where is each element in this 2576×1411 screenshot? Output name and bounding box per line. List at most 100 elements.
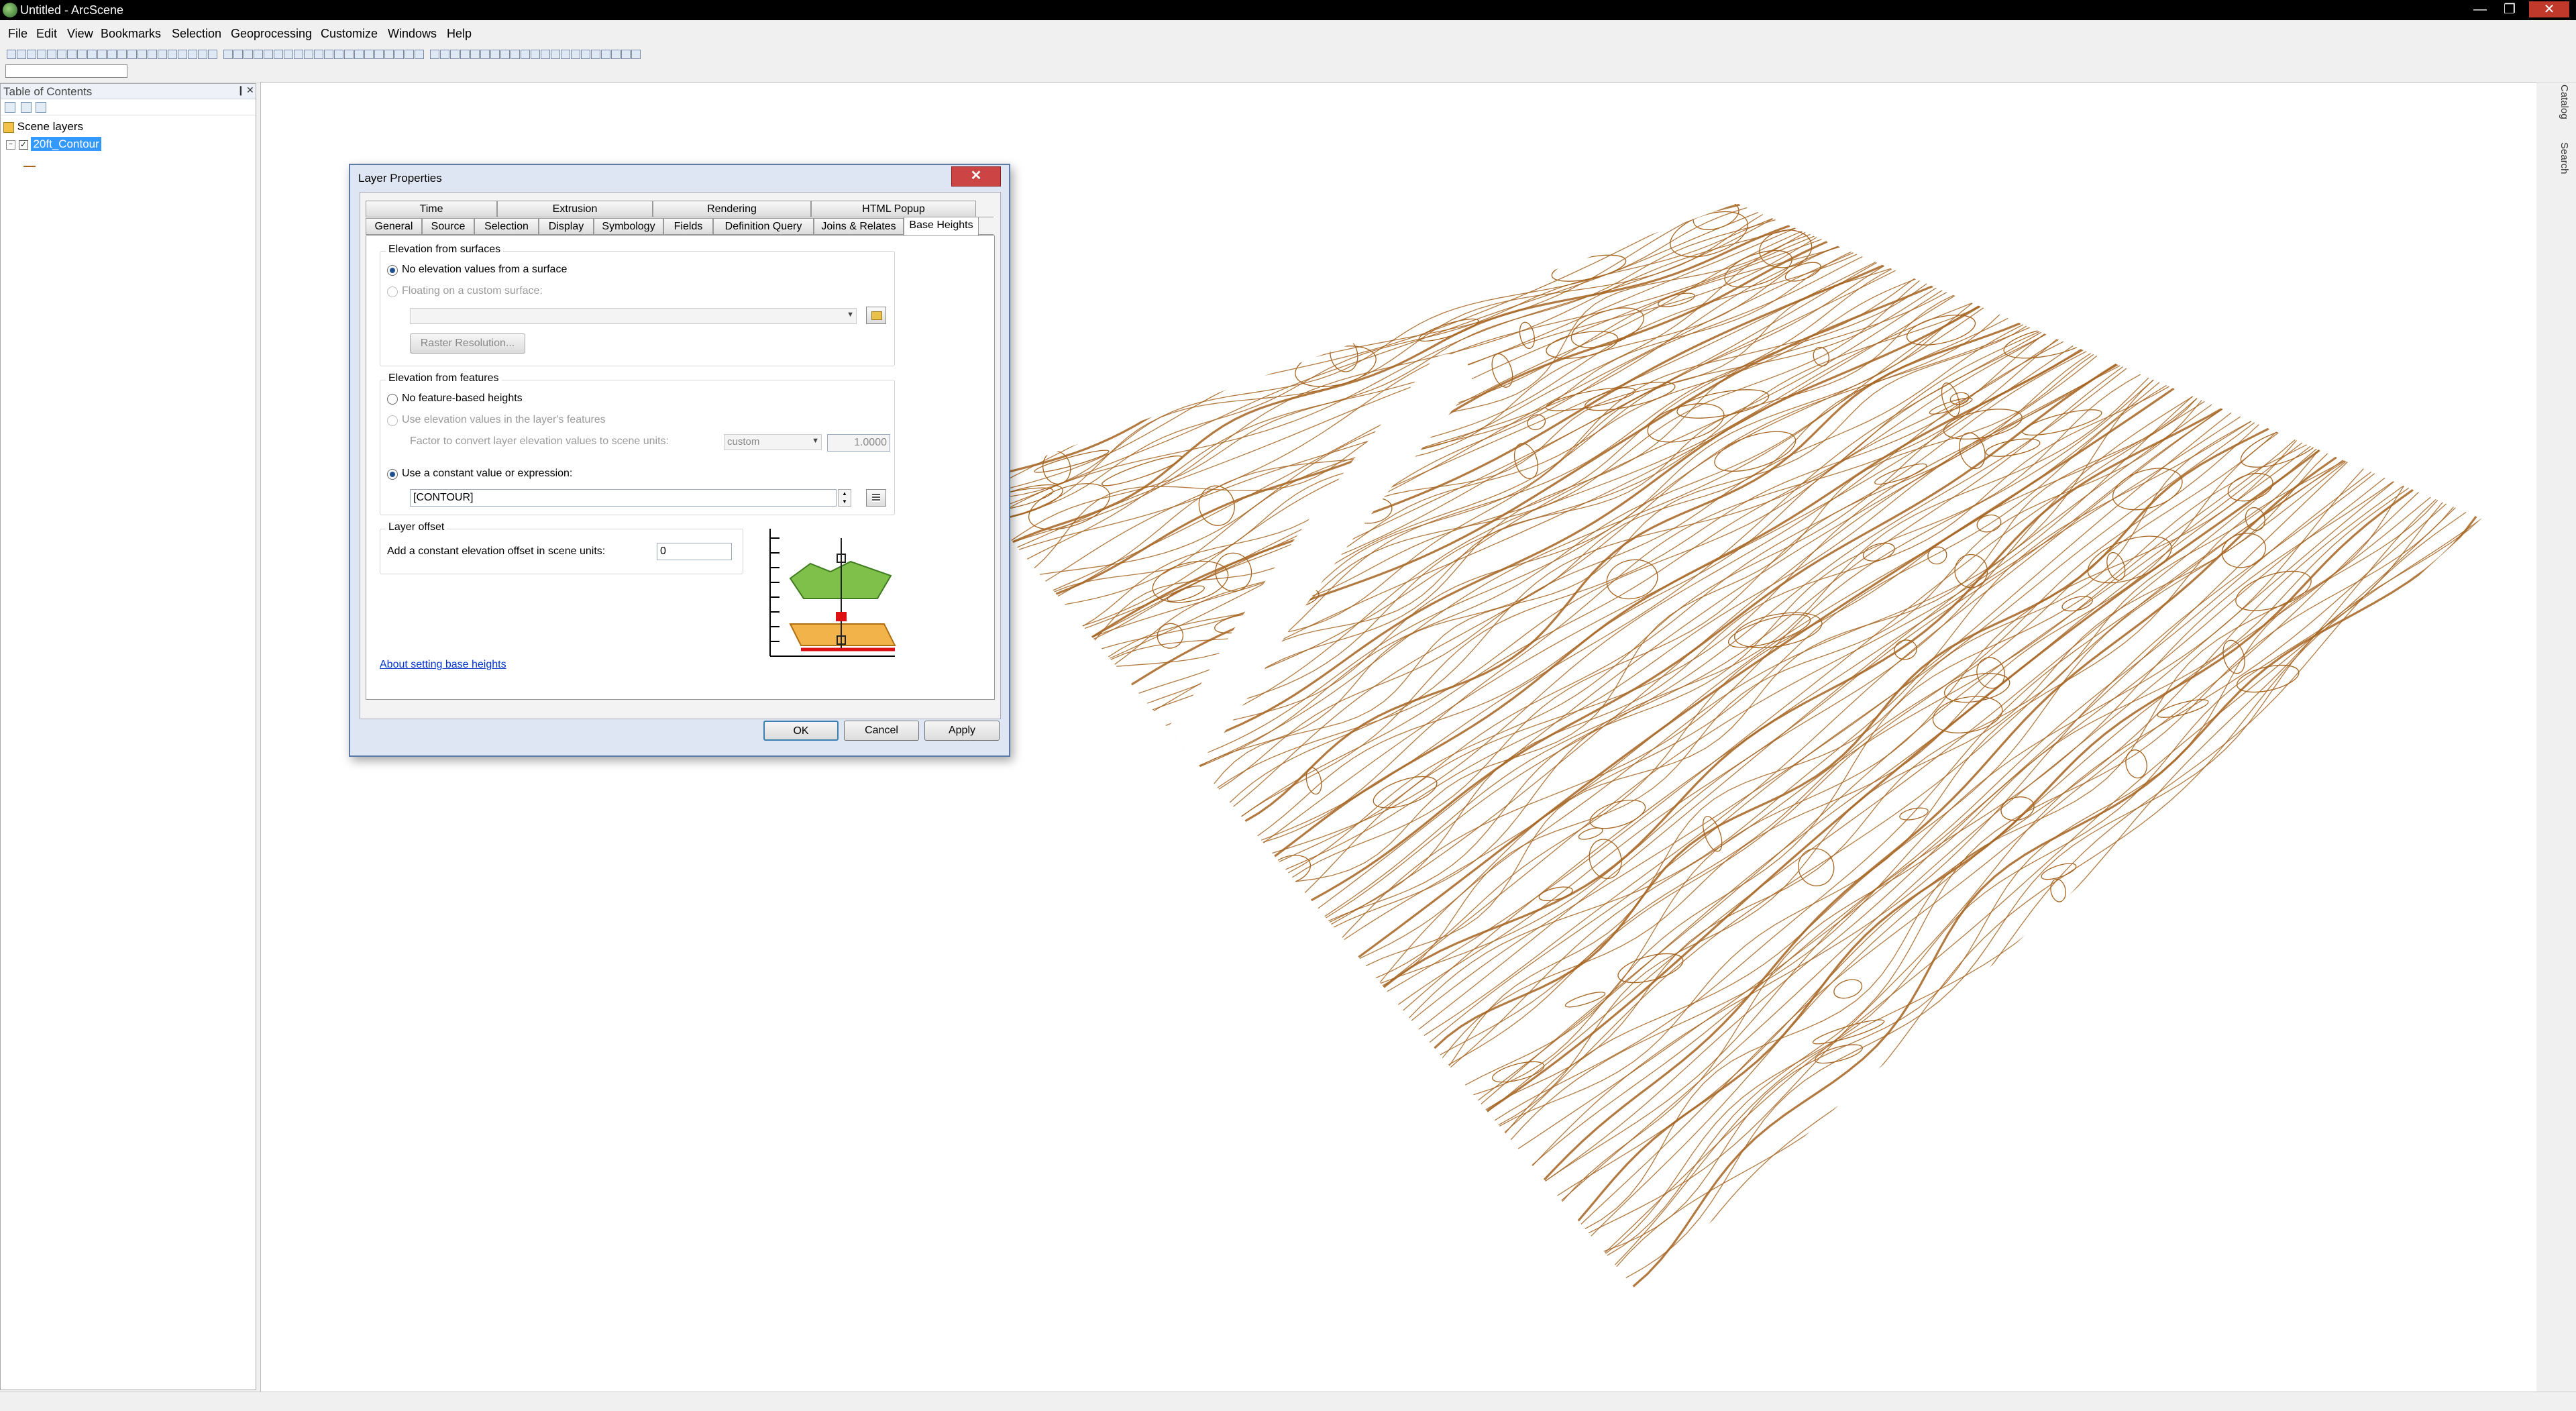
expression-input[interactable]: [CONTOUR] [410,489,837,507]
toolbar-tool-icon[interactable] [97,50,107,59]
layer-row-20ft-contour[interactable]: − ✓ 20ft_Contour [6,137,101,154]
menu-view[interactable]: View [67,27,93,41]
radio-no-surface-elevation[interactable] [387,265,398,276]
toolbar-tool-icon[interactable] [178,50,187,59]
expression-builder-button[interactable] [866,489,886,507]
toolbar-tool-icon[interactable] [324,50,333,59]
tab-base-heights[interactable]: Base Heights [904,217,979,236]
toolbar-tool-icon[interactable] [561,50,570,59]
toolbar-tool-icon[interactable] [188,50,197,59]
toolbar-tool-icon[interactable] [430,50,439,59]
toolbar-tool-icon[interactable] [440,50,449,59]
toolbar-tool-icon[interactable] [591,50,600,59]
menu-file[interactable]: File [8,27,28,41]
toolbar-tool-icon[interactable] [107,50,117,59]
catalog-tab[interactable]: Catalog [2559,85,2570,119]
tab-general[interactable]: General [366,218,422,234]
menu-geoprocessing[interactable]: Geoprocessing [231,27,312,41]
toolbar-tool-icon[interactable] [551,50,560,59]
tab-joins-relates[interactable]: Joins & Relates [814,218,904,234]
tab-source[interactable]: Source [422,218,474,234]
toolbar-tool-icon[interactable] [77,50,87,59]
toolbar-tool-icon[interactable] [334,50,343,59]
toolbar-tool-icon[interactable] [394,50,404,59]
list-by-drawing-order-icon[interactable] [5,102,15,113]
toolbar-tool-icon[interactable] [344,50,354,59]
tab-fields[interactable]: Fields [663,218,713,234]
ok-button[interactable]: OK [763,721,839,741]
layer-visibility-checkbox[interactable]: ✓ [18,140,28,150]
close-window-button[interactable]: ✕ [2529,1,2569,17]
toolbar-tool-icon[interactable] [117,50,127,59]
conversion-factor-input[interactable]: 1.0000 [827,434,890,452]
menu-help[interactable]: Help [447,27,472,41]
toolbar-tool-icon[interactable] [208,50,217,59]
tab-extrusion[interactable]: Extrusion [497,201,653,217]
toolbar-tool-icon[interactable] [27,50,36,59]
toolbar-tool-icon[interactable] [415,50,424,59]
radio-floating-surface[interactable] [387,286,398,297]
toolbar-tool-icon[interactable] [254,50,263,59]
toolbar-tool-icon[interactable] [17,50,26,59]
minimize-button[interactable]: — [2469,1,2491,17]
toolbar-tool-icon[interactable] [470,50,480,59]
toolbar-tool-icon[interactable] [364,50,374,59]
toolbar-tool-icon[interactable] [37,50,46,59]
raster-resolution-button[interactable]: Raster Resolution... [410,333,525,354]
toolbar-tool-icon[interactable] [354,50,364,59]
toolbar-tool-icon[interactable] [67,50,76,59]
units-select[interactable]: custom ▼ [724,434,822,450]
tab-time[interactable]: Time [366,201,497,217]
toolbar-tool-icon[interactable] [304,50,313,59]
toolbar-tool-icon[interactable] [601,50,610,59]
cancel-button[interactable]: Cancel [844,721,919,741]
tab-html-popup[interactable]: HTML Popup [811,201,976,217]
radio-use-feature-elevations[interactable] [387,415,398,426]
menu-windows[interactable]: Windows [388,27,437,41]
menu-selection[interactable]: Selection [172,27,221,41]
list-by-source-icon[interactable] [21,102,32,113]
toolbar-tool-icon[interactable] [460,50,470,59]
toolbar-tool-icon[interactable] [264,50,273,59]
toolbar-tool-icon[interactable] [127,50,137,59]
toolbar-tool-icon[interactable] [405,50,414,59]
about-base-heights-link[interactable]: About setting base heights [380,659,506,671]
toolbar-tool-icon[interactable] [158,50,167,59]
toolbar-tool-icon[interactable] [480,50,490,59]
toolbar-tool-icon[interactable] [47,50,56,59]
radio-no-feature-heights[interactable] [387,394,398,405]
toolbar-tool-icon[interactable] [7,50,16,59]
toolbar-tool-icon[interactable] [581,50,590,59]
dialog-close-button[interactable]: ✕ [951,166,1001,187]
radio-constant-expression[interactable] [387,469,398,480]
toolbar-tool-icon[interactable] [233,50,243,59]
toolbar-tool-icon[interactable] [541,50,550,59]
tab-symbology[interactable]: Symbology [594,218,663,234]
pin-icon[interactable]: ❙ [237,85,245,96]
scene-layers-node[interactable]: Scene layers [3,120,83,134]
toolbar-tool-icon[interactable] [374,50,384,59]
layer-name[interactable]: 20ft_Contour [31,137,101,151]
toolbar-tool-icon[interactable] [521,50,530,59]
toolbar-tool-icon[interactable] [314,50,323,59]
toolbar-tool-icon[interactable] [490,50,500,59]
toolbar-tool-icon[interactable] [148,50,157,59]
toc-close-icon[interactable]: ✕ [246,85,254,96]
menu-bookmarks[interactable]: Bookmarks [101,27,161,41]
search-tab[interactable]: Search [2559,142,2570,174]
scale-combo[interactable] [5,64,127,78]
toolbar-tool-icon[interactable] [244,50,253,59]
toolbar-tool-icon[interactable] [57,50,66,59]
maximize-button[interactable]: ❐ [2498,1,2521,17]
apply-button[interactable]: Apply [924,721,1000,741]
menu-edit[interactable]: Edit [36,27,57,41]
toolbar-tool-icon[interactable] [138,50,147,59]
toolbar-tool-icon[interactable] [87,50,97,59]
toolbar-tool-icon[interactable] [284,50,293,59]
menu-customize[interactable]: Customize [321,27,378,41]
expression-spinner[interactable]: ▲ ▼ [838,489,851,507]
tab-selection[interactable]: Selection [474,218,539,234]
toolbar-tool-icon[interactable] [571,50,580,59]
tab-definition-query[interactable]: Definition Query [713,218,814,234]
toolbar-tool-icon[interactable] [223,50,233,59]
